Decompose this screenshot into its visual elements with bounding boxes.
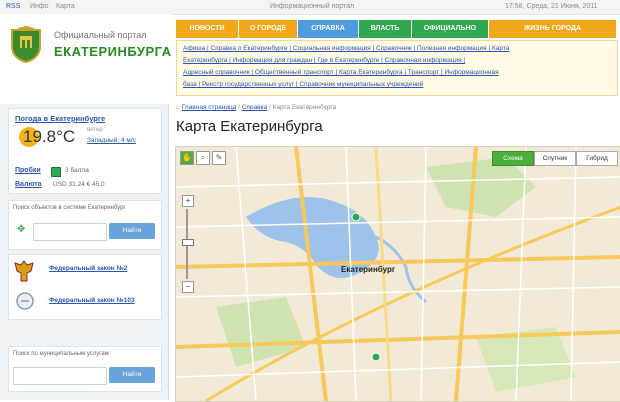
site-subtitle: Официальный портал <box>54 30 147 40</box>
temperature-value: 19.8°C <box>23 127 76 146</box>
reference-links-box: Афиша | Справка о Екатеринбурге | Социал… <box>176 40 618 96</box>
city-map[interactable]: ✋ ⌕ ✎ Схема Спутник Гибрид + − Екатеринб… <box>175 146 620 402</box>
tab-official[interactable]: ОФИЦИАЛЬНО <box>412 20 488 38</box>
object-search-title: Поиск объектов в системе Екатеринбург <box>13 205 126 211</box>
hand-tool-icon[interactable]: ✋ <box>180 151 194 165</box>
object-search-button[interactable]: Найти <box>109 223 155 239</box>
top-utility-bar: RSS Инфо Карта Информационный портал 17:… <box>0 0 620 15</box>
breadcrumb-home[interactable]: Главная страница <box>182 104 237 111</box>
portal-label: Информационный портал <box>270 3 355 10</box>
tab-about-city[interactable]: О ГОРОДЕ <box>239 20 297 38</box>
map-type-hybrid-button[interactable]: Гибрид <box>576 151 618 166</box>
breadcrumb-separator: / <box>238 104 240 111</box>
page-title: Карта Екатеринбурга <box>176 118 323 135</box>
wind-value[interactable]: Западный, 4 м/с <box>87 137 136 144</box>
object-search-input[interactable] <box>33 223 107 241</box>
magnifier-tool-icon[interactable]: ⌕ <box>196 151 210 165</box>
eagle-emblem-icon <box>14 260 34 282</box>
tab-reference[interactable]: СПРАВКА <box>298 20 358 38</box>
coat-of-arms-icon[interactable] <box>8 26 44 64</box>
currency-label[interactable]: Валюта <box>15 181 42 188</box>
weather-widget: Погода в Екатеринбурге 19.8°C ветер Запа… <box>8 108 162 194</box>
zoom-slider-handle[interactable] <box>182 239 194 246</box>
currency-value: USD 31.24 € 45.0 <box>53 181 105 188</box>
left-sidebar: Погода в Екатеринбурге 19.8°C ветер Запа… <box>0 104 169 400</box>
traffic-value: 3 балла <box>65 167 89 174</box>
federal-law-link-1[interactable]: Федеральный закон №2 <box>49 265 127 272</box>
site-title[interactable]: ЕКАТЕРИНБУРГА <box>54 44 172 59</box>
map-canvas[interactable] <box>176 147 620 401</box>
main-content: ⌂ Главная страница / Справка / Карта Ека… <box>172 104 620 402</box>
municipal-search-widget: Поиск по муниципальным услугам Найти <box>8 346 162 392</box>
zoom-in-button[interactable]: + <box>182 195 194 207</box>
crosshair-icon: ✥ <box>17 224 26 235</box>
municipal-search-button[interactable]: Найти <box>109 367 155 383</box>
document-seal-icon <box>16 292 34 310</box>
ruler-tool-icon[interactable]: ✎ <box>212 151 226 165</box>
federal-laws-widget: Федеральный закон №2 Федеральный закон №… <box>8 254 162 320</box>
federal-law-link-2[interactable]: Федеральный закон №103 <box>49 297 135 304</box>
main-navigation: НОВОСТИ О ГОРОДЕ СПРАВКА ВЛАСТЬ ОФИЦИАЛЬ… <box>176 20 616 38</box>
map-link[interactable]: Карта <box>56 3 75 10</box>
breadcrumb-current: Карта Екатеринбурга <box>272 104 337 111</box>
municipal-search-title: Поиск по муниципальным услугам <box>13 351 109 357</box>
tab-city-life[interactable]: ЖИЗНЬ ГОРОДА <box>489 20 616 38</box>
traffic-indicator-icon <box>51 167 61 177</box>
info-link[interactable]: Инфо <box>30 3 49 10</box>
reference-links-line[interactable]: Екатеринбурга | Информация для граждан |… <box>183 57 611 64</box>
rss-link[interactable]: RSS <box>6 3 20 10</box>
breadcrumb: ⌂ Главная страница / Справка / Карта Ека… <box>176 104 336 111</box>
traffic-label[interactable]: Пробки <box>15 167 41 174</box>
wind-label: ветер <box>87 127 103 133</box>
tab-news[interactable]: НОВОСТИ <box>176 20 238 38</box>
reference-links-line[interactable]: база | Реестр государственных услуг | Сп… <box>183 81 611 88</box>
map-type-scheme-button[interactable]: Схема <box>492 151 534 166</box>
map-city-label: Екатеринбург <box>341 265 396 274</box>
breadcrumb-separator: / <box>269 104 271 111</box>
object-search-widget: Поиск объектов в системе Екатеринбург ✥ … <box>8 200 162 250</box>
municipal-search-input[interactable] <box>13 367 107 385</box>
zoom-out-button[interactable]: − <box>182 281 194 293</box>
site-header: Официальный портал ЕКАТЕРИНБУРГА <box>0 14 172 102</box>
map-type-satellite-button[interactable]: Спутник <box>534 151 576 166</box>
weather-title[interactable]: Погода в Екатеринбурге <box>15 114 105 123</box>
reference-links-line[interactable]: Адресный справочник | Общественный транс… <box>183 69 611 76</box>
date-time: 17:58, Среда, 21 Июня, 2011 <box>505 3 598 10</box>
tab-government[interactable]: ВЛАСТЬ <box>359 20 411 38</box>
reference-links-line[interactable]: Афиша | Справка о Екатеринбурге | Социал… <box>183 45 611 52</box>
breadcrumb-reference[interactable]: Справка <box>242 104 268 111</box>
